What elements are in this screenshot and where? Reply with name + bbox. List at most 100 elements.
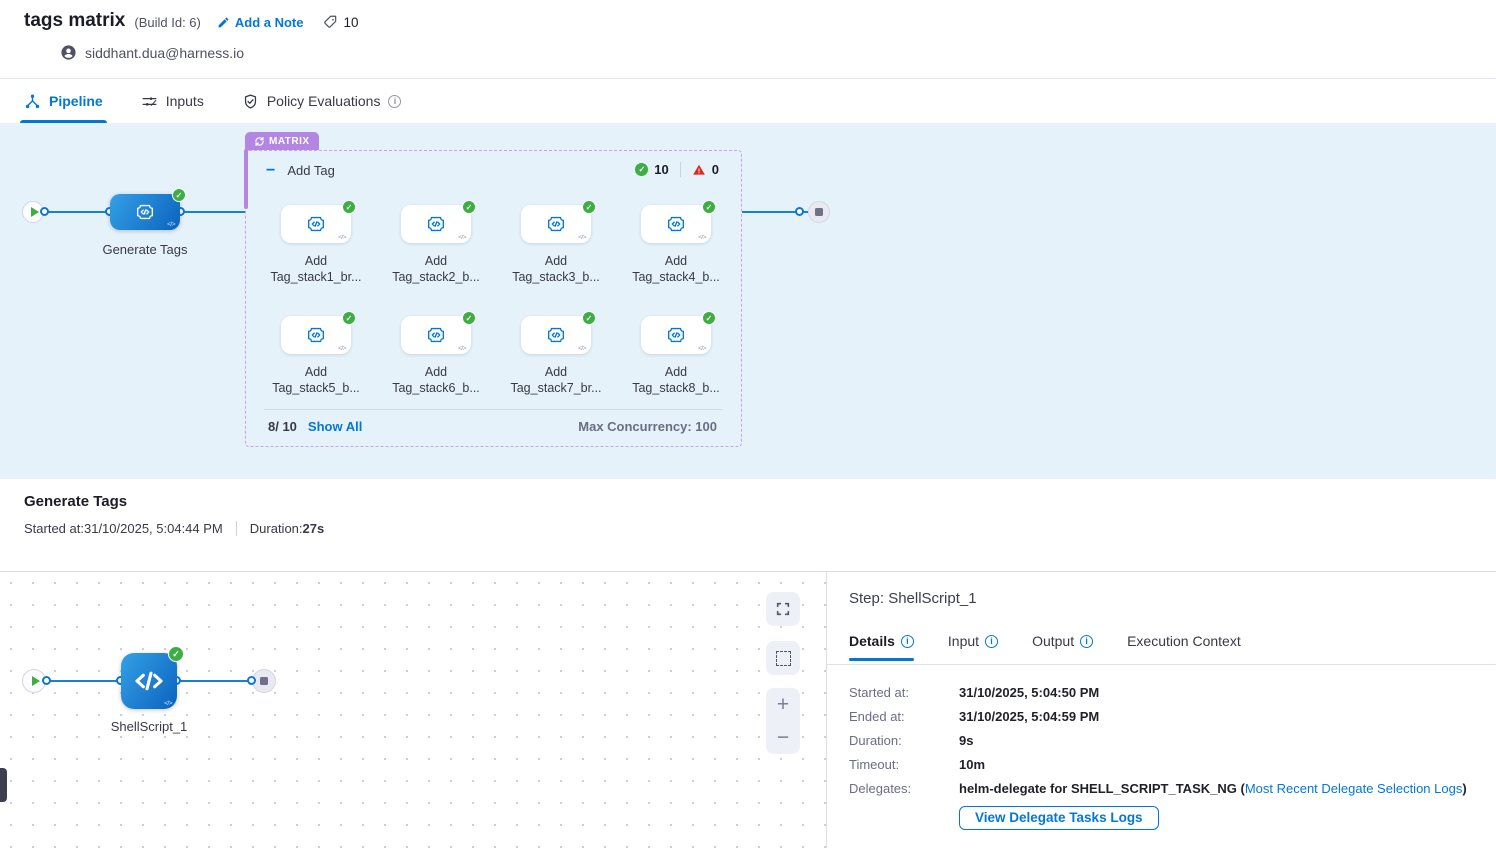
matrix-step-node-2[interactable] (401, 205, 471, 243)
duration-value: 9s (959, 733, 973, 748)
generate-tags-label: Generate Tags (80, 242, 210, 257)
fit-to-screen-icon (776, 651, 791, 666)
shield-check-icon (242, 93, 259, 110)
loop-icon (254, 136, 265, 147)
tab-details[interactable]: Details (849, 633, 914, 661)
collapse-matrix-button[interactable] (266, 165, 275, 177)
input-info-icon (985, 635, 998, 648)
tab-pipeline[interactable]: Pipeline (24, 79, 103, 123)
step-details-panel: Step: ShellScript_1 Details Input Output… (826, 572, 1496, 848)
script-tag-icon (305, 213, 327, 235)
build-id: (Build Id: 6) (134, 15, 200, 30)
stage-started-label: Started at: (24, 521, 84, 536)
zoom-in-button[interactable] (766, 688, 800, 721)
matrix-badge-label: MATRIX (269, 136, 310, 147)
edge-start-to-node (44, 211, 110, 213)
matrix-step-node-6[interactable] (401, 316, 471, 354)
connector-dot (795, 207, 804, 216)
timeout-label: Timeout: (849, 757, 959, 772)
tags-count: 10 (323, 14, 358, 30)
zoom-controls (766, 688, 800, 754)
tab-inputs[interactable]: Inputs (141, 79, 204, 123)
stage-started-value: 31/10/2025, 5:04:44 PM (84, 521, 223, 536)
pipeline-icon (24, 93, 41, 110)
user-avatar-icon (60, 44, 77, 61)
tab-policy-evaluations[interactable]: Policy Evaluations (242, 79, 402, 123)
fullscreen-button[interactable] (766, 592, 800, 626)
policy-info-icon (388, 95, 401, 108)
tags-count-value: 10 (343, 15, 358, 30)
success-badge-icon (462, 200, 476, 214)
success-badge-icon (582, 311, 596, 325)
matrix-step-label-1: AddTag_stack1_br... (254, 253, 378, 285)
step-panel-title: Step: ShellScript_1 (849, 590, 1472, 607)
play-icon (32, 676, 40, 686)
matrix-step-label-2: AddTag_stack2_b... (374, 253, 498, 285)
detail-row-started: Started at: 31/10/2025, 5:04:50 PM (849, 685, 1472, 709)
stage-summary-title: Generate Tags (24, 493, 1472, 510)
zoom-out-button[interactable] (766, 721, 800, 754)
script-tag-icon (665, 213, 687, 235)
tab-output[interactable]: Output (1032, 633, 1093, 661)
tab-output-label: Output (1032, 633, 1074, 649)
code-icon (132, 664, 166, 698)
matrix-step-node-5[interactable] (281, 316, 351, 354)
ended-at-label: Ended at: (849, 709, 959, 724)
success-badge-icon (172, 188, 186, 202)
generate-tags-node[interactable] (110, 194, 180, 230)
connector-dot (247, 676, 256, 685)
matrix-step-node-1[interactable] (281, 205, 351, 243)
add-note-label: Add a Note (235, 15, 304, 30)
max-concurrency-label: Max Concurrency: 100 (578, 419, 717, 434)
success-count: 10 (654, 162, 668, 177)
script-tag-icon (665, 324, 687, 346)
success-badge-icon (342, 311, 356, 325)
matrix-step-label-5: AddTag_stack5_b... (254, 364, 378, 396)
script-tag-icon (425, 213, 447, 235)
view-delegate-tasks-logs-button[interactable]: View Delegate Tasks Logs (959, 806, 1159, 830)
end-node (808, 201, 830, 223)
matrix-step-label-7: AddTag_stack7_br... (494, 364, 618, 396)
tab-pipeline-label: Pipeline (49, 93, 103, 109)
matrix-step-node-7[interactable] (521, 316, 591, 354)
started-at-value: 31/10/2025, 5:04:50 PM (959, 685, 1099, 700)
stop-icon (260, 677, 268, 685)
ended-at-value: 31/10/2025, 5:04:59 PM (959, 709, 1099, 724)
script-tag-icon (545, 213, 567, 235)
success-badge-icon (342, 200, 356, 214)
matrix-status-counts: 10 0 (635, 162, 719, 177)
show-all-link[interactable]: Show All (308, 419, 362, 434)
matrix-group: Add Tag 10 0 AddTag_stack1_br... AddTag_… (245, 150, 742, 447)
add-note-button[interactable]: Add a Note (217, 15, 304, 30)
tab-input[interactable]: Input (948, 633, 998, 661)
page-title: tags matrix (24, 10, 125, 32)
delegate-selection-logs-link[interactable]: Most Recent Delegate Selection Logs (1245, 781, 1463, 796)
inputs-icon (141, 93, 158, 110)
matrix-badge: MATRIX (245, 132, 319, 150)
panel-tabs-divider (827, 664, 1496, 665)
details-info-icon (901, 635, 914, 648)
output-info-icon (1080, 635, 1093, 648)
matrix-step-node-8[interactable] (641, 316, 711, 354)
matrix-step-label-6: AddTag_stack6_b... (374, 364, 498, 396)
shellscript-node[interactable] (121, 653, 177, 709)
matrix-step-node-4[interactable] (641, 205, 711, 243)
delegates-value-suffix: ) (1462, 781, 1466, 796)
script-tag-icon (305, 324, 327, 346)
play-icon (31, 207, 39, 217)
fit-to-screen-button[interactable] (766, 641, 800, 675)
success-badge-icon (702, 311, 716, 325)
duration-label: Duration: (849, 733, 959, 748)
tab-execution-context-label: Execution Context (1127, 633, 1241, 649)
shellscript-node-label: ShellScript_1 (84, 719, 214, 734)
matrix-step-node-3[interactable] (521, 205, 591, 243)
console-drag-handle[interactable] (0, 768, 7, 802)
detail-row-duration: Duration: 9s (849, 733, 1472, 757)
edge-node-to-matrix (180, 211, 245, 213)
tab-details-label: Details (849, 633, 895, 649)
pencil-icon (217, 16, 230, 29)
success-badge-icon (702, 200, 716, 214)
execution-tabs: Pipeline Inputs Policy Evaluations (0, 78, 1496, 123)
matrix-footer-divider (264, 409, 723, 410)
tab-execution-context[interactable]: Execution Context (1127, 633, 1241, 661)
